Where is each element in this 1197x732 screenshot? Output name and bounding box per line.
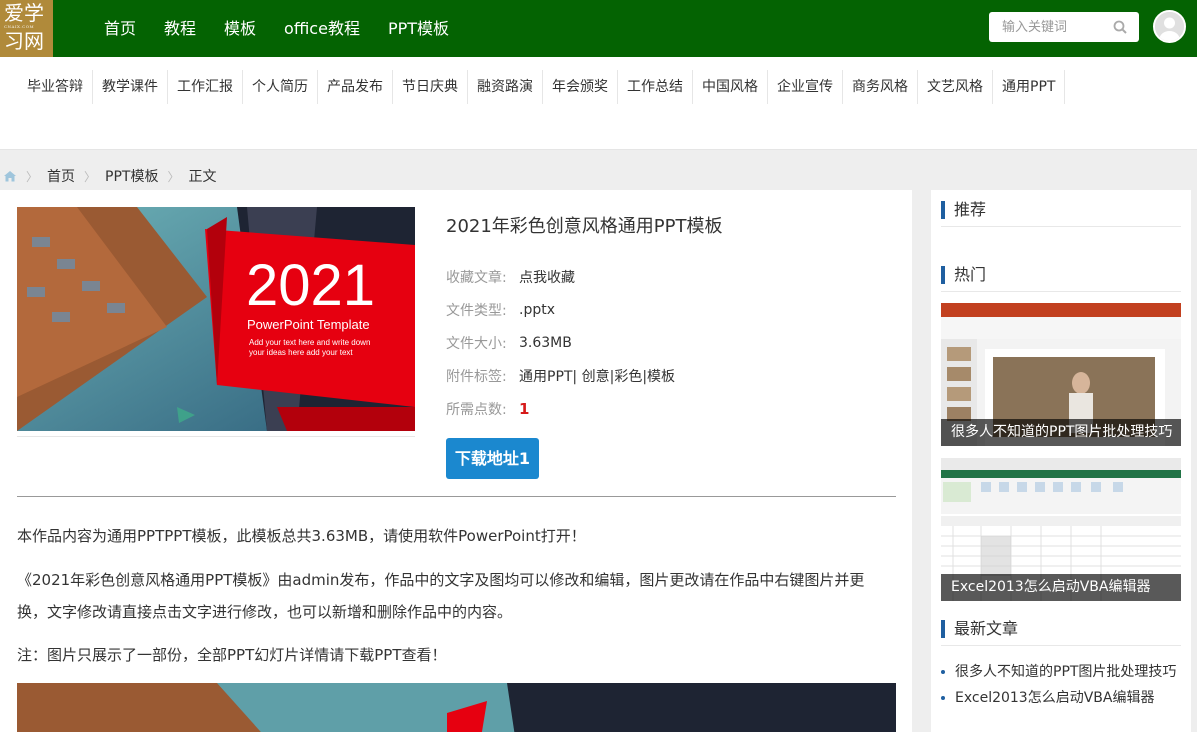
meta-key: 文件大小: <box>446 335 507 352</box>
logo-text-top: 爱学 <box>4 1 44 25</box>
favorite-link[interactable]: 点我收藏 <box>519 267 575 287</box>
cover-divider <box>17 430 415 437</box>
article-paragraph: 本作品内容为通用PPTPPT模板，此模板总共3.63MB，请使用软件PowerP… <box>17 527 586 545</box>
breadcrumb-home[interactable]: 首页 <box>47 166 75 186</box>
category-list: 毕业答辩 教学课件 工作汇报 个人简历 产品发布 节日庆典 融资路演 年会颁奖 … <box>18 70 1066 104</box>
hot-heading: 热门 <box>941 266 986 284</box>
breadcrumb-current: 正文 <box>188 169 217 185</box>
search-box <box>989 12 1139 42</box>
cover-line2: your ideas here add your text <box>249 348 353 357</box>
user-avatar-icon[interactable] <box>1153 10 1186 43</box>
heading-divider <box>941 645 1181 646</box>
top-header: 爱学 CNAIX.COM 习网 首页 教程 模板 office教程 PPT模板 <box>0 0 1197 57</box>
meta-key: 所需点数: <box>446 401 507 418</box>
hot-caption: 很多人不知道的PPT图片批处理技巧 <box>941 419 1181 446</box>
main-nav: 首页 教程 模板 office教程 PPT模板 <box>90 0 463 57</box>
latest-link[interactable]: Excel2013怎么启动VBA编辑器 <box>955 685 1154 711</box>
home-icon[interactable] <box>3 170 17 182</box>
file-meta: 收藏文章: 点我收藏 文件类型: .pptx 文件大小: 3.63MB 附件标签… <box>446 260 675 425</box>
cover-year: 2021 <box>246 253 375 318</box>
cover-image[interactable]: 2021 PowerPoint Template Add your text h… <box>17 207 415 431</box>
nav-item-template[interactable]: 模板 <box>210 0 270 57</box>
meta-row-favorite: 收藏文章: 点我收藏 <box>446 260 675 293</box>
nav-item-home[interactable]: 首页 <box>90 0 150 57</box>
category-bar: 毕业答辩 教学课件 工作汇报 个人简历 产品发布 节日庆典 融资路演 年会颁奖 … <box>0 57 1197 150</box>
category-item[interactable]: 通用PPT <box>993 70 1066 104</box>
category-item[interactable]: 文艺风格 <box>918 70 993 104</box>
search-input[interactable] <box>989 12 1109 42</box>
latest-heading: 最新文章 <box>941 620 1018 638</box>
site-logo[interactable]: 爱学 CNAIX.COM 习网 <box>0 0 53 57</box>
hot-article-card[interactable]: Excel2013怎么启动VBA编辑器 <box>941 458 1181 601</box>
cover-line1: Add your text here and write down <box>249 338 370 347</box>
sidebar: 推荐 热门 很多人不知道的PPT图片批处理技巧 Excel2013怎么启动VBA… <box>931 190 1191 732</box>
nav-item-tutorial[interactable]: 教程 <box>150 0 210 57</box>
meta-row-tags: 附件标签: 通用PPT| 创意|彩色|模板 <box>446 359 675 392</box>
category-item[interactable]: 工作总结 <box>618 70 693 104</box>
points-value: 1 <box>519 399 530 418</box>
category-item[interactable]: 中国风格 <box>693 70 768 104</box>
breadcrumb-separator: 〉 <box>167 169 180 184</box>
hot-article-card[interactable]: 很多人不知道的PPT图片批处理技巧 <box>941 303 1181 446</box>
meta-key: 附件标签: <box>446 368 507 385</box>
article-paragraph: 注：图片只展示了一部份，全部PPT幻灯片详情请下载PPT查看！ <box>17 646 447 664</box>
bullet-icon <box>941 670 945 674</box>
heading-divider <box>941 226 1181 227</box>
category-item[interactable]: 毕业答辩 <box>18 70 93 104</box>
nav-item-office-tutorial[interactable]: office教程 <box>270 0 374 57</box>
category-item[interactable]: 教学课件 <box>93 70 168 104</box>
meta-row-points: 所需点数: 1 <box>446 392 675 425</box>
bullet-icon <box>941 696 945 700</box>
breadcrumb-separator: 〉 <box>84 169 97 184</box>
cover-subtitle: PowerPoint Template <box>247 317 370 332</box>
category-item[interactable]: 商务风格 <box>843 70 918 104</box>
meta-key: 文件类型: <box>446 302 507 319</box>
list-item[interactable]: Excel2013怎么启动VBA编辑器 <box>941 685 1176 711</box>
latest-list: 很多人不知道的PPT图片批处理技巧 Excel2013怎么启动VBA编辑器 <box>941 659 1176 711</box>
hot-caption: Excel2013怎么启动VBA编辑器 <box>941 574 1181 601</box>
heading-divider <box>941 291 1181 292</box>
category-item[interactable]: 节日庆典 <box>393 70 468 104</box>
latest-link[interactable]: 很多人不知道的PPT图片批处理技巧 <box>955 659 1176 685</box>
category-item[interactable]: 个人简历 <box>243 70 318 104</box>
recommend-heading: 推荐 <box>941 201 986 219</box>
article-paragraph: 《2021年彩色创意风格通用PPT模板》由admin发布，作品中的文字及图均可以… <box>17 571 865 621</box>
meta-row-filesize: 文件大小: 3.63MB <box>446 326 675 359</box>
meta-value: 3.63MB <box>519 334 572 351</box>
download-button[interactable]: 下载地址1 <box>446 438 539 479</box>
preview-image[interactable] <box>17 683 896 732</box>
search-icon[interactable] <box>1113 20 1127 34</box>
breadcrumb-separator: 〉 <box>26 169 39 184</box>
category-item[interactable]: 产品发布 <box>318 70 393 104</box>
content-divider <box>17 496 896 497</box>
nav-item-ppt-template[interactable]: PPT模板 <box>374 0 463 57</box>
category-item[interactable]: 工作汇报 <box>168 70 243 104</box>
logo-text-bottom: 习网 <box>4 29 44 53</box>
meta-value: .pptx <box>519 301 555 318</box>
category-item[interactable]: 年会颁奖 <box>543 70 618 104</box>
category-item[interactable]: 融资路演 <box>468 70 543 104</box>
breadcrumb: 〉 首页 〉 PPT模板 〉 正文 <box>0 166 216 186</box>
article-main: 2021 PowerPoint Template Add your text h… <box>0 190 912 732</box>
meta-key: 收藏文章: <box>446 269 507 286</box>
tag-links[interactable]: 通用PPT| 创意|彩色|模板 <box>519 366 675 386</box>
category-item[interactable]: 企业宣传 <box>768 70 843 104</box>
breadcrumb-category[interactable]: PPT模板 <box>105 166 158 186</box>
article-title: 2021年彩色创意风格通用PPT模板 <box>446 216 723 237</box>
list-item[interactable]: 很多人不知道的PPT图片批处理技巧 <box>941 659 1176 685</box>
meta-row-filetype: 文件类型: .pptx <box>446 293 675 326</box>
